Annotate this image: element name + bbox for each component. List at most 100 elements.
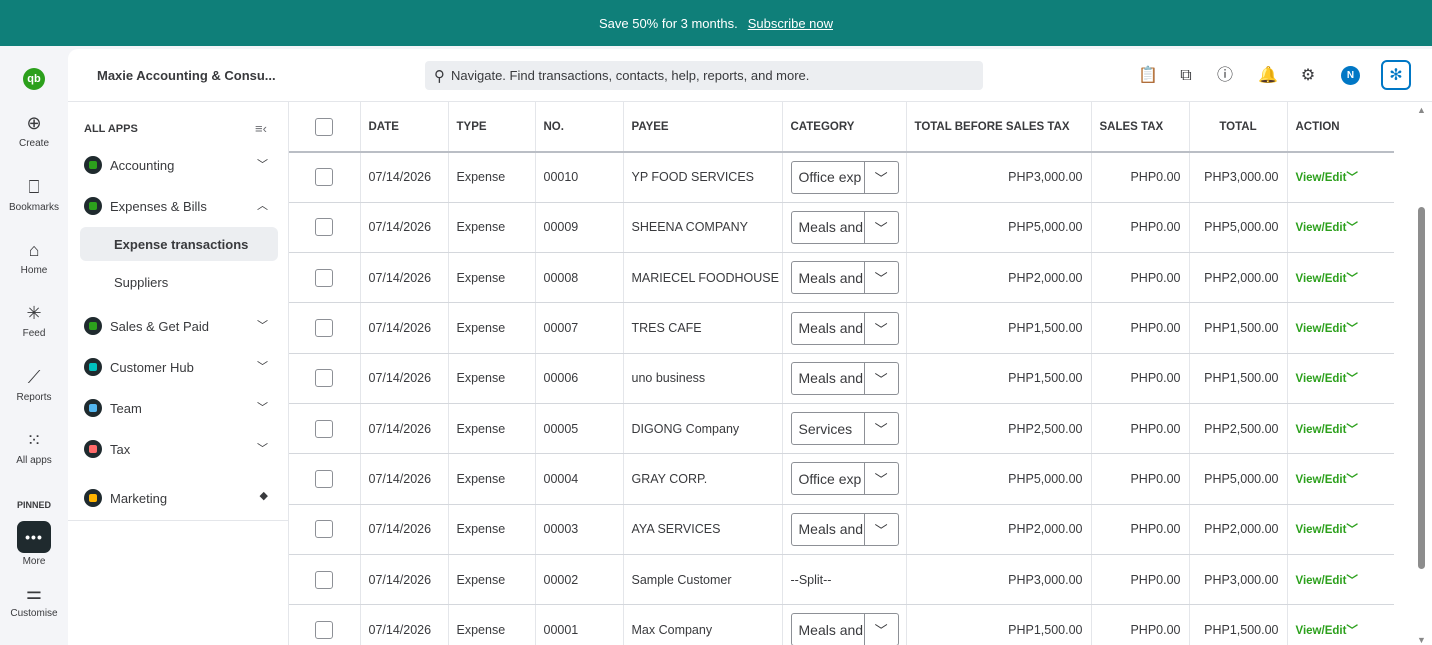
row-checkbox[interactable] [315,570,334,589]
rail-item-create[interactable]: ⊕ Create [0,112,68,149]
col-sales-tax[interactable]: SALES TAX [1091,102,1190,153]
search-bar[interactable]: ⚲ [425,61,983,90]
table-row[interactable]: 07/14/2026 Expense 00002 Sample Customer --S… [289,554,1394,606]
view-edit-link[interactable]: View/Edit [1296,625,1347,637]
col-date[interactable]: DATE [360,102,449,153]
scrollbar[interactable]: ▲ ▼ [1414,102,1432,645]
chevron-down-icon[interactable]: ﹀ [1346,424,1358,436]
collapse-menu-icon[interactable]: ≡‹ [255,121,267,136]
chevron-down-icon[interactable]: ﹀ [863,312,898,344]
table-row[interactable]: 07/14/2026 Expense 00003 AYA SERVICES Meals … [289,504,1394,555]
search-input[interactable] [451,68,971,83]
rail-item-reports[interactable]: ⟋ Reports [0,366,68,403]
scroll-thumb[interactable] [1418,207,1425,569]
chevron-down-icon[interactable]: ﹀ [863,362,898,394]
company-name[interactable]: Maxie Accounting & Consu... [97,68,277,83]
chevron-down-icon[interactable]: ﹀ [863,463,898,495]
rail-item-customise[interactable]: ⚌ Customise [0,582,68,619]
apps-switch-icon[interactable]: ⧉ [1175,65,1197,87]
sidebar-item-sales-get-paid[interactable]: Sales & Get Paid ﹀ [84,315,274,337]
avatar[interactable]: N [1341,66,1360,85]
table-row[interactable]: 07/14/2026 Expense 00006 uno business Meals … [289,353,1394,404]
table-row[interactable]: 07/14/2026 Expense 00007 TRES CAFE Meals and… [289,302,1394,354]
rail-item-home[interactable]: ⌂ Home [0,239,68,276]
view-edit-link[interactable]: View/Edit [1296,222,1347,234]
col-category[interactable]: CATEGORY [782,102,907,153]
chevron-down-icon[interactable]: ﹀ [1346,273,1358,285]
table-row[interactable]: 07/14/2026 Expense 00004 GRAY CORP. Office e… [289,453,1394,505]
chevron-down-icon[interactable]: ﹀ [1346,323,1358,335]
view-edit-link[interactable]: View/Edit [1296,273,1347,285]
sidebar-item-customer-hub[interactable]: Customer Hub ﹀ [84,356,274,378]
scroll-up-icon[interactable]: ▲ [1417,105,1426,115]
col-no[interactable]: NO. [535,102,624,153]
table-row[interactable]: 07/14/2026 Expense 00005 DIGONG Company Serv… [289,403,1394,455]
row-checkbox[interactable] [315,469,334,488]
sidebar-subitem-suppliers[interactable]: Suppliers [80,265,278,299]
category-select[interactable]: Meals and ﹀ [790,512,899,546]
row-checkbox[interactable] [315,520,334,539]
rail-item-bookmarks[interactable]: ⎕ Bookmarks [0,176,68,213]
chevron-down-icon[interactable]: ﹀ [863,211,898,243]
category-select[interactable]: Office exp ﹀ [790,462,899,496]
chevron-down-icon[interactable]: ﹀ [1346,575,1358,587]
chevron-down-icon[interactable]: ﹀ [863,161,898,193]
category-select[interactable]: Meals and ﹀ [790,311,899,345]
chevron-down-icon[interactable]: ﹀ [1346,373,1358,385]
view-edit-link[interactable]: View/Edit [1296,474,1347,486]
help-icon[interactable]: ⓘ [1214,65,1236,87]
view-edit-link[interactable]: View/Edit [1296,373,1347,385]
col-total[interactable]: TOTAL [1189,102,1288,153]
chevron-down-icon[interactable]: ﹀ [1346,222,1358,234]
sidebar-item-marketing[interactable]: Marketing ◆ [84,487,274,509]
row-checkbox[interactable] [315,369,334,388]
scroll-down-icon[interactable]: ▼ [1417,635,1426,645]
row-checkbox[interactable] [315,268,334,287]
row-checkbox[interactable] [315,620,334,639]
view-edit-link[interactable]: View/Edit [1296,424,1347,436]
sidebar-item-expenses-bills[interactable]: Expenses & Bills ︿ [84,195,274,217]
sidebar-item-team[interactable]: Team ﹀ [84,397,274,419]
view-edit-link[interactable]: View/Edit [1296,524,1347,536]
table-row[interactable]: 07/14/2026 Expense 00010 YP FOOD SERVICES Of… [289,152,1394,203]
more-button[interactable]: ••• [17,521,51,553]
category-select[interactable]: Meals and ﹀ [790,210,899,244]
category-select[interactable]: Meals and ﹀ [790,261,899,295]
gear-icon[interactable]: ⚙ [1297,65,1319,87]
chevron-down-icon[interactable]: ﹀ [1346,625,1358,637]
chevron-down-icon[interactable]: ﹀ [863,614,898,645]
col-total-before-tax[interactable]: TOTAL BEFORE SALES TAX [906,102,1092,153]
view-edit-link[interactable]: View/Edit [1296,323,1347,335]
table-row[interactable]: 07/14/2026 Expense 00001 Max Company Meals a… [289,604,1394,645]
bell-icon[interactable]: 🔔 [1257,65,1279,87]
chevron-down-icon[interactable]: ﹀ [863,413,898,445]
chevron-down-icon[interactable]: ﹀ [1346,474,1358,486]
rail-item-all-apps[interactable]: ⁙ All apps [0,429,68,466]
category-select[interactable]: Meals and ﹀ [790,613,899,645]
subscribe-link[interactable]: Subscribe now [748,16,833,31]
category-select[interactable]: Office exp ﹀ [790,160,899,194]
sidebar-item-tax[interactable]: Tax ﹀ [84,438,274,460]
view-edit-link[interactable]: View/Edit [1296,575,1347,587]
col-payee[interactable]: PAYEE [623,102,783,153]
row-checkbox[interactable] [315,419,334,438]
table-row[interactable]: 07/14/2026 Expense 00008 MARIECEL FOODHOUSE… [289,252,1394,304]
col-type[interactable]: TYPE [448,102,536,153]
select-all-checkbox[interactable] [315,117,334,136]
sidebar-subitem-expense-transactions[interactable]: Expense transactions [80,227,278,261]
table-row[interactable]: 07/14/2026 Expense 00009 SHEENA COMPANY Meal… [289,202,1394,254]
quickbooks-logo-icon[interactable]: qb [23,68,45,90]
row-checkbox[interactable] [315,319,334,338]
clipboard-icon[interactable]: 📋 [1137,65,1159,87]
chevron-down-icon[interactable]: ﹀ [863,262,898,294]
rail-item-feed[interactable]: ✳ Feed [0,302,68,339]
chevron-down-icon[interactable]: ﹀ [1346,524,1358,536]
row-checkbox[interactable] [315,218,334,237]
view-edit-link[interactable]: View/Edit [1296,172,1347,184]
chevron-down-icon[interactable]: ﹀ [1346,172,1358,184]
category-select[interactable]: Meals and ﹀ [790,361,899,395]
sidebar-item-accounting[interactable]: Accounting ﹀ [84,154,274,176]
assistant-button[interactable]: ✻ [1381,60,1411,90]
row-checkbox[interactable] [315,168,334,187]
category-select[interactable]: Services ﹀ [790,412,899,446]
